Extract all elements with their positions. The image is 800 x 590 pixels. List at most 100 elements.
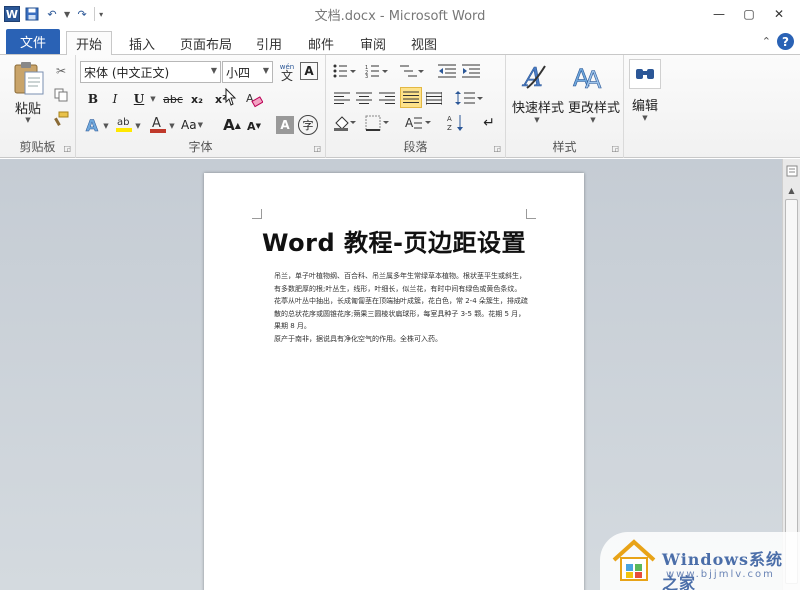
format-painter-icon[interactable] [52,111,70,127]
change-styles-icon[interactable]: AA [572,59,606,93]
underline-dropdown-icon[interactable]: ▼ [149,93,157,105]
document-paragraph[interactable]: 原产于南非，据说具有净化空气的作用。全株可入药。 [274,333,530,346]
binoculars-icon[interactable] [629,59,661,89]
tab-file[interactable]: 文件 [6,29,60,54]
font-size-value: 小四 [226,65,251,80]
text-effects-icon[interactable]: A [82,115,102,135]
document-page[interactable]: Word 教程-页边距设置 吊兰，单子叶植物纲、百合科、吊兰属多年生常绿草本植物… [204,173,584,590]
paragraph-launcher-icon[interactable]: ◲ [493,144,501,153]
justify-icon[interactable] [400,87,422,108]
chinese-layout-icon[interactable]: A [404,113,436,133]
align-left-icon[interactable] [332,88,352,108]
minimize-button[interactable]: — [704,4,734,24]
underline-button[interactable]: U [130,90,148,108]
align-right-icon[interactable] [377,88,397,108]
paragraph-group: 123 A A Z ↵ 段落 ◲ [326,55,506,158]
tab-home[interactable]: 开始 [66,31,113,56]
tab-review[interactable]: 审阅 [351,31,395,55]
tab-view[interactable]: 视图 [402,31,446,55]
multilevel-list-icon[interactable] [398,62,426,80]
chevron-down-icon[interactable]: ▼ [211,66,217,75]
sort-icon[interactable]: AZ [446,113,468,133]
font-name-combo[interactable]: 宋体 (中文正文) ▼ [80,61,221,83]
minimize-ribbon-icon[interactable]: ⌃ [762,35,771,48]
copy-icon[interactable] [52,87,70,103]
quick-styles-button[interactable]: 快速样式 [510,97,566,116]
undo-icon[interactable]: ↶ [44,6,60,22]
align-center-icon[interactable] [354,88,374,108]
window-title: 文档.docx - Microsoft Word [314,9,486,24]
paste-icon[interactable] [10,59,48,97]
document-paragraph[interactable]: 花葶从叶丛中抽出，长成匍匐茎在顶端抽叶成簇，花白色，常 2-4 朵簇生，排成疏散… [274,295,530,333]
styles-launcher-icon[interactable]: ◲ [611,144,619,153]
quick-styles-dropdown-icon[interactable]: ▼ [532,115,542,125]
clipboard-launcher-icon[interactable]: ◲ [63,144,71,153]
quick-access-toolbar: W ↶ ▼ ↷ ▾ [4,6,103,22]
change-styles-dropdown-icon[interactable]: ▼ [588,115,598,125]
svg-text:A: A [152,116,161,131]
increase-indent-icon[interactable] [460,62,482,80]
change-styles-button[interactable]: 更改样式 [566,97,622,116]
vertical-scrollbar[interactable]: ▲ [782,159,800,590]
maximize-button[interactable]: ▢ [734,4,764,24]
close-button[interactable]: ✕ [764,4,794,24]
quick-styles-icon[interactable]: A [520,59,554,93]
strikethrough-button[interactable]: abc [162,90,184,108]
undo-dropdown-icon[interactable]: ▼ [64,10,70,19]
customize-qat-icon[interactable]: ▾ [99,10,103,19]
numbering-icon[interactable]: 123 [364,62,390,80]
ruler-toggle-icon[interactable] [784,163,799,178]
word-logo-icon[interactable]: W [4,6,20,22]
chevron-down-icon[interactable]: ▼ [263,66,269,75]
ribbon: 粘贴 ▼ ✂ 剪贴板 ◲ 宋体 (中文正文) ▼ 小四 ▼ wén 文 A B I… [0,55,800,158]
document-title[interactable]: Word 教程-页边距设置 [204,223,584,258]
enclose-characters-button[interactable]: 字 [298,115,318,135]
show-marks-icon[interactable]: ↵ [480,113,498,133]
highlight-color-icon[interactable]: ab [114,113,134,135]
editing-button[interactable]: 编辑 [624,95,666,114]
subscript-button[interactable]: x₂ [188,90,206,108]
font-color-dropdown-icon[interactable]: ▼ [168,120,176,132]
document-body[interactable]: 吊兰，单子叶植物纲、百合科、吊兰属多年生常绿草本植物。根状茎平生或斜生，有多数肥… [274,270,530,345]
redo-icon[interactable]: ↷ [74,6,90,22]
tab-page-layout[interactable]: 页面布局 [171,31,241,55]
save-icon[interactable] [24,6,40,22]
line-spacing-icon[interactable] [454,88,484,108]
svg-text:Z: Z [447,124,452,132]
bullets-icon[interactable] [332,62,358,80]
italic-button[interactable]: I [106,90,124,108]
paragraph-group-label: 段落 [403,140,428,154]
tab-references[interactable]: 引用 [247,31,291,55]
bold-button[interactable]: B [84,90,102,108]
character-border-icon[interactable]: A [300,62,318,80]
help-icon[interactable]: ? [777,33,794,50]
document-paragraph[interactable]: 吊兰，单子叶植物纲、百合科、吊兰属多年生常绿草本植物。根状茎平生或斜生，有多数肥… [274,270,530,295]
phonetic-guide-icon[interactable]: wén 文 [276,61,298,83]
ribbon-tabs: 文件 开始 插入 页面布局 引用 邮件 审阅 视图 ⌃ ? [0,28,800,56]
mouse-pointer-icon [224,87,238,107]
borders-icon[interactable] [364,113,392,133]
character-shading-button[interactable]: A [276,116,294,134]
highlight-dropdown-icon[interactable]: ▼ [134,120,142,132]
change-case-button[interactable]: Aa ▼ [180,115,204,135]
tab-mailings[interactable]: 邮件 [299,31,343,55]
editing-dropdown-icon[interactable]: ▼ [640,113,650,123]
scroll-up-icon[interactable]: ▲ [784,183,799,198]
house-logo-icon [612,538,656,584]
shading-icon[interactable] [332,113,358,133]
grow-font-button[interactable]: A ▲ [222,114,242,136]
distributed-icon[interactable] [424,88,444,108]
text-effects-dropdown-icon[interactable]: ▼ [102,120,110,132]
cut-icon[interactable]: ✂ [52,63,70,79]
shrink-font-button[interactable]: A ▼ [244,116,264,136]
tab-insert[interactable]: 插入 [120,31,164,55]
paste-dropdown-icon[interactable]: ▼ [22,115,34,125]
font-size-combo[interactable]: 小四 ▼ [222,61,273,83]
font-color-icon[interactable]: A [148,113,168,135]
scrollbar-thumb[interactable] [785,199,798,584]
margin-corner-top-left [252,209,262,219]
clear-formatting-icon[interactable]: A [244,89,264,109]
decrease-indent-icon[interactable] [436,62,458,80]
font-launcher-icon[interactable]: ◲ [313,144,321,153]
styles-group-label: 样式 [552,140,577,154]
